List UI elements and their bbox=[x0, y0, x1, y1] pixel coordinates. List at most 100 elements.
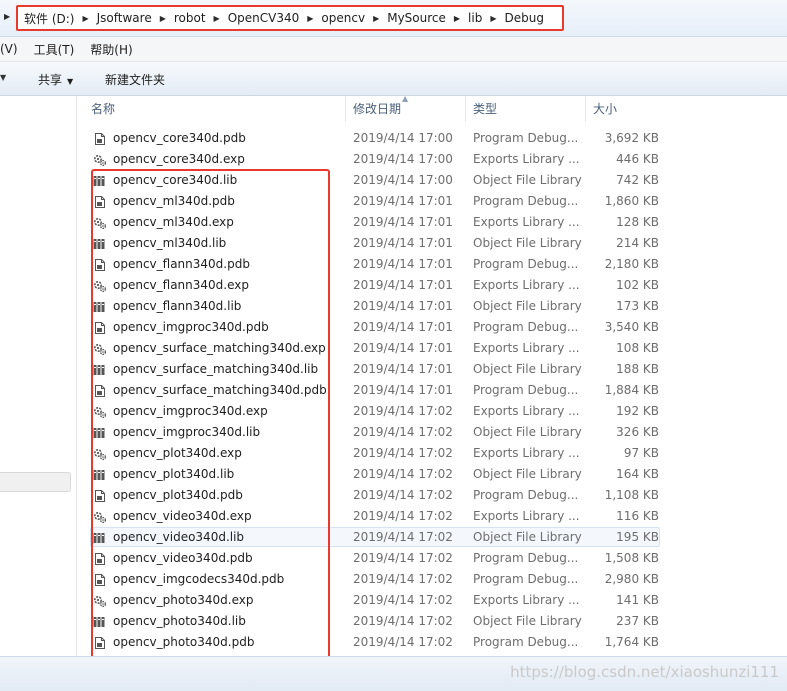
file-date: 2019/4/14 17:02 bbox=[353, 572, 453, 586]
chevron-right-icon[interactable]: ▶ bbox=[369, 14, 383, 23]
file-size: 97 KB bbox=[623, 446, 659, 460]
file-date: 2019/4/14 17:01 bbox=[353, 383, 453, 397]
menu-view[interactable]: (V) bbox=[0, 42, 26, 56]
file-type: Exports Library ... bbox=[473, 593, 580, 607]
chevron-right-icon[interactable]: ▶ bbox=[78, 14, 92, 23]
file-date: 2019/4/14 17:01 bbox=[353, 299, 453, 313]
column-header-size[interactable]: 大小 bbox=[586, 96, 676, 122]
file-size: 1,860 KB bbox=[604, 194, 659, 208]
file-date: 2019/4/14 17:01 bbox=[353, 257, 453, 271]
file-size: 326 KB bbox=[616, 425, 659, 439]
file-type: Program Debug... bbox=[473, 383, 579, 397]
column-header-date[interactable]: 修改日期 bbox=[346, 96, 466, 122]
navigation-pane[interactable] bbox=[0, 96, 77, 656]
breadcrumb-item[interactable]: Debug bbox=[501, 11, 548, 25]
file-type: Program Debug... bbox=[473, 194, 579, 208]
file-size: 3,540 KB bbox=[604, 320, 659, 334]
file-size: 128 KB bbox=[616, 215, 659, 229]
nav-selected-item[interactable] bbox=[0, 472, 71, 492]
file-size: 1,108 KB bbox=[604, 488, 659, 502]
file-date: 2019/4/14 17:02 bbox=[353, 467, 453, 481]
chevron-right-icon[interactable]: ▶ bbox=[450, 14, 464, 23]
file-type: Exports Library ... bbox=[473, 152, 580, 166]
file-date: 2019/4/14 17:01 bbox=[353, 236, 453, 250]
file-type: Object File Library bbox=[473, 467, 582, 481]
file-name: opencv_core340d.pdb bbox=[113, 131, 246, 145]
file-date: 2019/4/14 17:02 bbox=[353, 488, 453, 502]
breadcrumb-item[interactable]: MySource bbox=[383, 11, 450, 25]
chevron-right-icon[interactable]: ▶ bbox=[303, 14, 317, 23]
file-size: 116 KB bbox=[616, 509, 659, 523]
file-date: 2019/4/14 17:01 bbox=[353, 362, 453, 376]
file-row[interactable]: opencv_core340d.exp 2019/4/14 17:00 Export… bbox=[84, 149, 787, 170]
file-size: 195 KB bbox=[616, 530, 659, 544]
file-name: opencv_core340d.exp bbox=[113, 152, 245, 166]
file-date: 2019/4/14 17:01 bbox=[353, 320, 453, 334]
file-size: 3,692 KB bbox=[604, 131, 659, 145]
file-type: Program Debug... bbox=[473, 572, 579, 586]
breadcrumb[interactable]: 软件 (D:) ▶ Jsoftware ▶ robot ▶ OpenCV340 ▶ opencv… bbox=[16, 5, 564, 31]
exp-file-icon bbox=[93, 153, 107, 167]
file-size: 214 KB bbox=[616, 236, 659, 250]
file-date: 2019/4/14 17:01 bbox=[353, 215, 453, 229]
file-date: 2019/4/14 17:00 bbox=[353, 131, 453, 145]
share-label: 共享 bbox=[38, 73, 63, 87]
file-size: 1,764 KB bbox=[604, 635, 659, 649]
file-type: Exports Library ... bbox=[473, 509, 580, 523]
file-size: 188 KB bbox=[616, 362, 659, 376]
file-type: Program Debug... bbox=[473, 320, 579, 334]
file-date: 2019/4/14 17:02 bbox=[353, 635, 453, 649]
file-type: Exports Library ... bbox=[473, 215, 580, 229]
file-date: 2019/4/14 17:02 bbox=[353, 404, 453, 418]
file-type: Program Debug... bbox=[473, 131, 579, 145]
file-size: 2,180 KB bbox=[604, 257, 659, 271]
chevron-right-icon[interactable]: ▶ bbox=[210, 14, 224, 23]
file-size: 108 KB bbox=[616, 341, 659, 355]
breadcrumb-item[interactable]: 软件 (D:) bbox=[20, 10, 78, 27]
column-header-type[interactable]: 类型 bbox=[466, 96, 586, 122]
file-date: 2019/4/14 17:02 bbox=[353, 446, 453, 460]
file-size: 2,980 KB bbox=[604, 572, 659, 586]
column-header-name[interactable]: 名称 bbox=[84, 96, 346, 122]
breadcrumb-item[interactable]: robot bbox=[170, 11, 210, 25]
file-row[interactable]: opencv_core340d.pdb 2019/4/14 17:00 Progra… bbox=[84, 128, 787, 149]
file-type: Object File Library bbox=[473, 362, 582, 376]
file-type: Object File Library bbox=[473, 236, 582, 250]
chevron-right-icon[interactable]: ▶ bbox=[486, 14, 500, 23]
watermark-text: https://blog.csdn.net/xiaoshunzi111 bbox=[510, 663, 779, 681]
file-date: 2019/4/14 17:00 bbox=[353, 173, 453, 187]
file-date: 2019/4/14 17:00 bbox=[353, 152, 453, 166]
file-date: 2019/4/14 17:02 bbox=[353, 614, 453, 628]
file-size: 237 KB bbox=[616, 614, 659, 628]
file-size: 446 KB bbox=[616, 152, 659, 166]
file-date: 2019/4/14 17:02 bbox=[353, 425, 453, 439]
chevron-right-icon[interactable]: ▶ bbox=[4, 12, 10, 21]
menu-tools[interactable]: 工具(T) bbox=[26, 41, 83, 58]
file-type: Exports Library ... bbox=[473, 341, 580, 355]
new-folder-button[interactable]: 新建文件夹 bbox=[105, 71, 165, 88]
breadcrumb-item[interactable]: opencv bbox=[317, 11, 369, 25]
column-headers: 名称 ▲ 修改日期 类型 大小 bbox=[84, 94, 787, 122]
file-type: Exports Library ... bbox=[473, 404, 580, 418]
breadcrumb-item[interactable]: OpenCV340 bbox=[224, 11, 304, 25]
file-date: 2019/4/14 17:02 bbox=[353, 551, 453, 565]
breadcrumb-item[interactable]: Jsoftware bbox=[93, 11, 156, 25]
highlight-annotation bbox=[91, 169, 330, 665]
file-date: 2019/4/14 17:02 bbox=[353, 593, 453, 607]
chevron-right-icon[interactable]: ▶ bbox=[156, 14, 170, 23]
breadcrumb-item[interactable]: lib bbox=[464, 11, 486, 25]
file-type: Object File Library bbox=[473, 173, 582, 187]
file-type: Object File Library bbox=[473, 530, 582, 544]
file-date: 2019/4/14 17:02 bbox=[353, 530, 453, 544]
file-date: 2019/4/14 17:01 bbox=[353, 341, 453, 355]
chevron-down-icon: ▼ bbox=[67, 77, 74, 86]
file-date: 2019/4/14 17:01 bbox=[353, 194, 453, 208]
file-date: 2019/4/14 17:02 bbox=[353, 509, 453, 523]
file-type: Program Debug... bbox=[473, 551, 579, 565]
file-type: Program Debug... bbox=[473, 257, 579, 271]
menu-help[interactable]: 帮助(H) bbox=[82, 41, 140, 58]
file-size: 742 KB bbox=[616, 173, 659, 187]
menu-bar: (V) 工具(T) 帮助(H) bbox=[0, 37, 787, 62]
chevron-down-icon[interactable]: ▼ bbox=[0, 73, 6, 82]
share-button[interactable]: 共享 ▼ bbox=[38, 71, 73, 88]
